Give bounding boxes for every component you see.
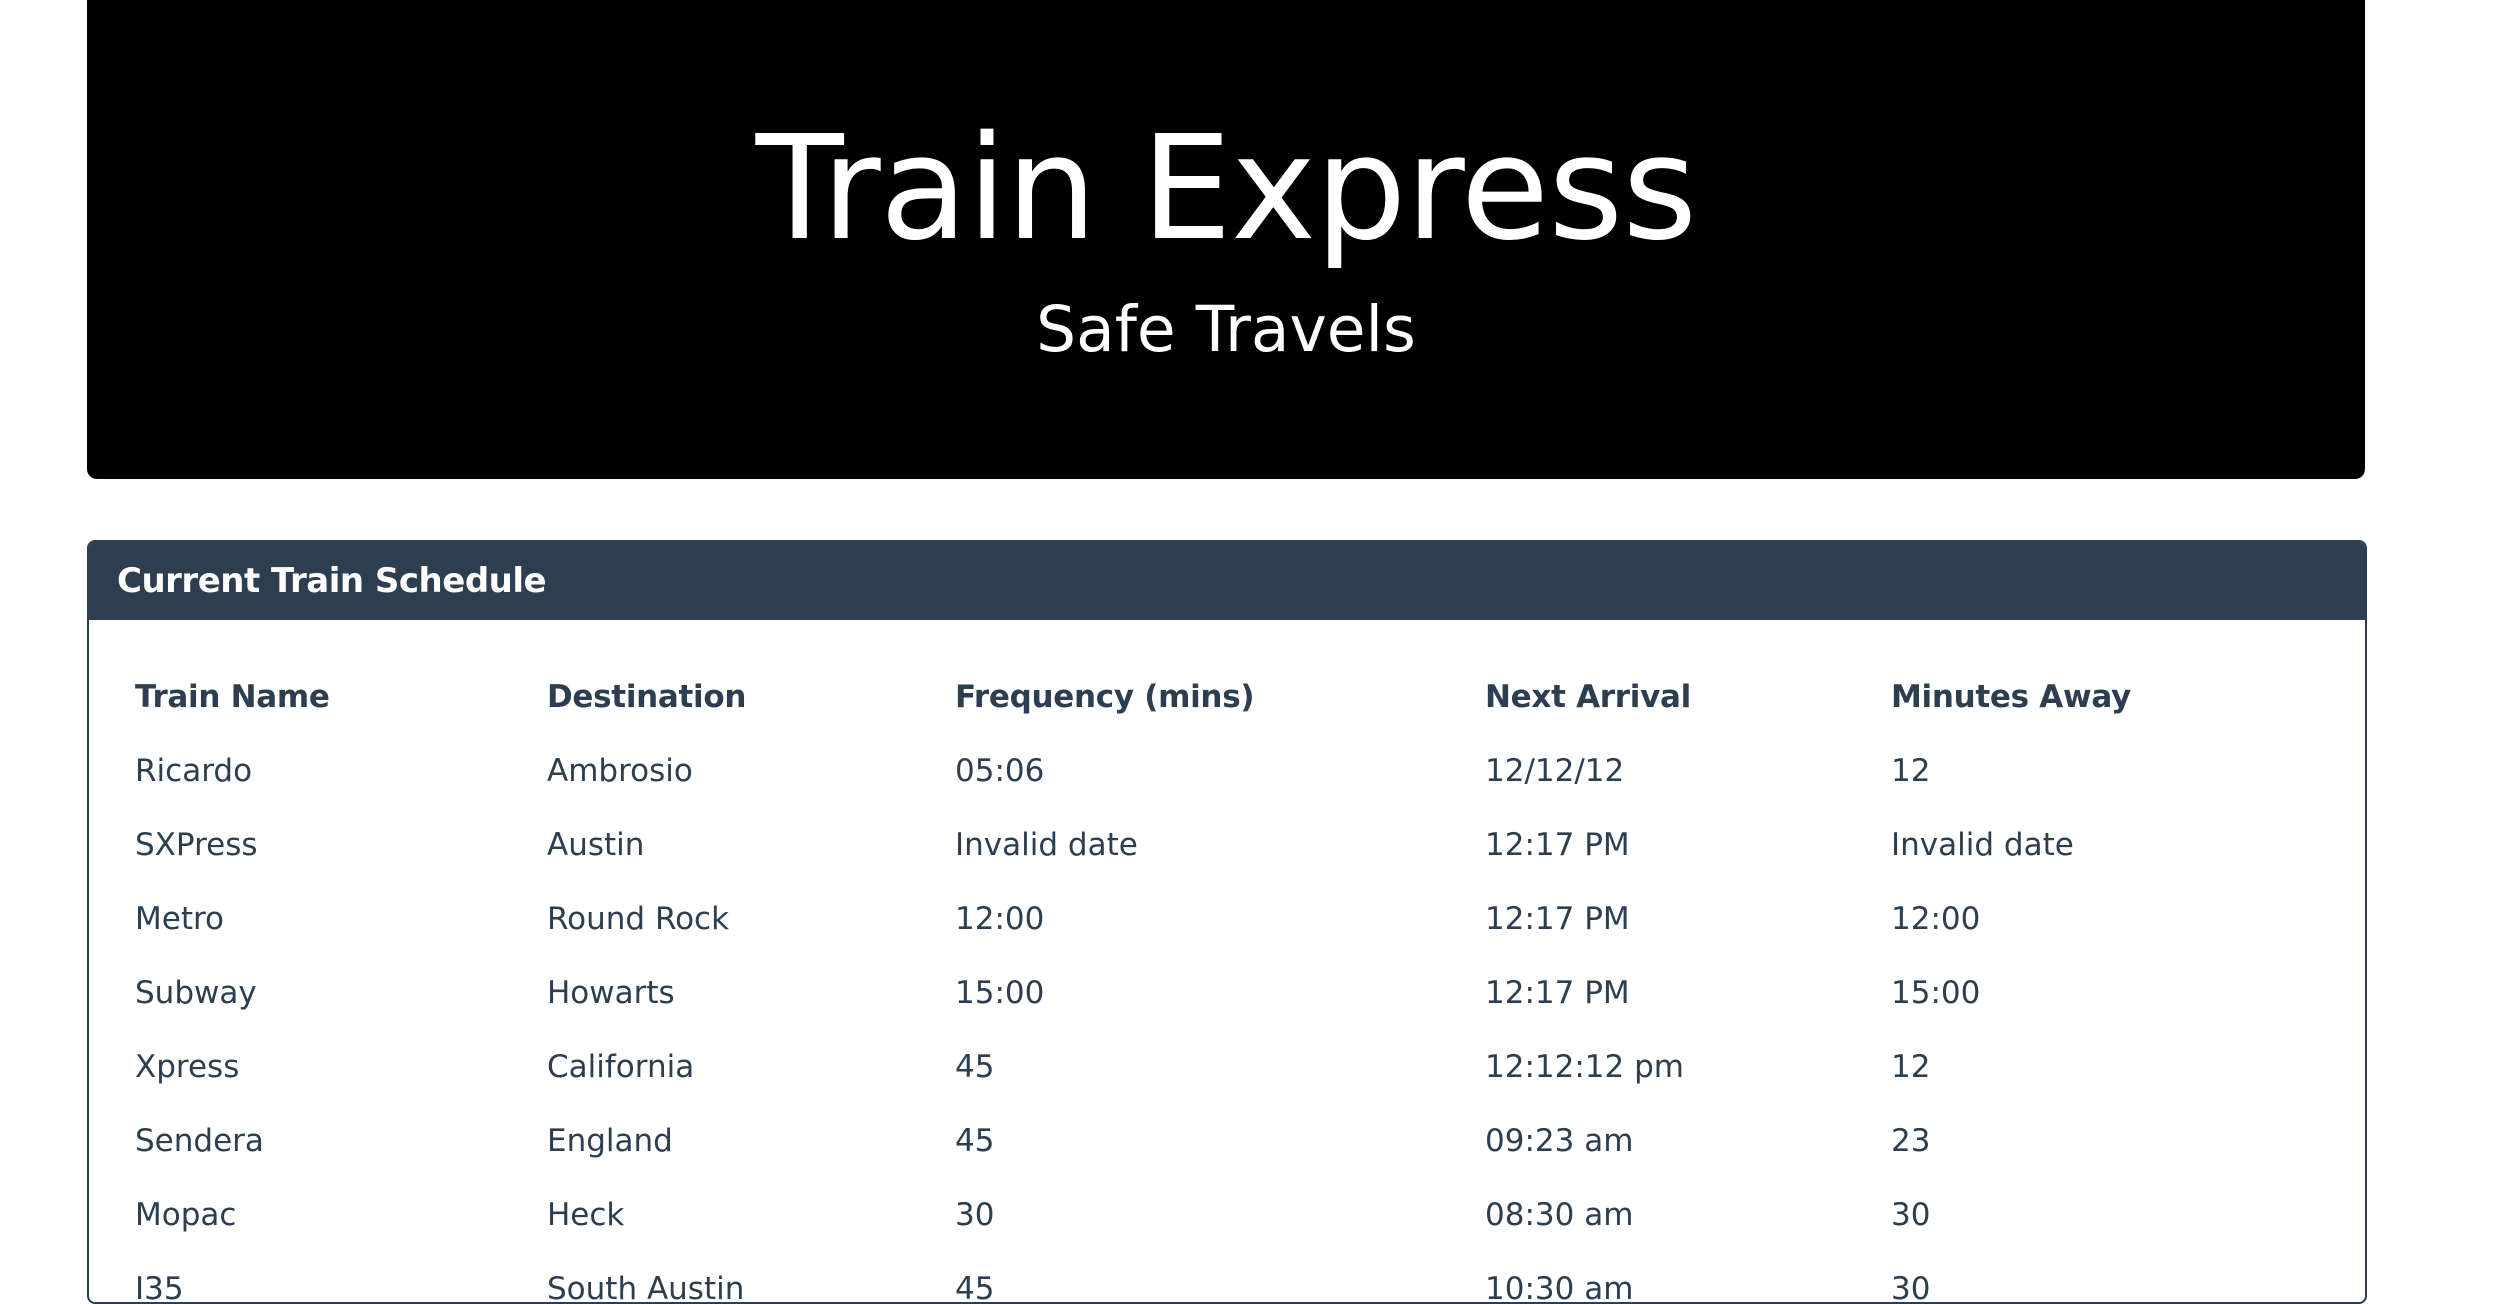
table-row: Mopac Heck 30 08:30 am 30: [135, 1178, 2291, 1252]
cell-minutes-away: 12: [1891, 753, 1931, 789]
cell-frequency: 45: [955, 1123, 995, 1159]
cell-destination: Austin: [547, 827, 645, 863]
cell-frequency: 30: [955, 1197, 995, 1233]
cell-train-name: SXPress: [135, 827, 258, 863]
cell-minutes-away: 30: [1891, 1197, 1931, 1233]
table-row: Metro Round Rock 12:00 12:17 PM 12:00: [135, 882, 2291, 956]
column-header-frequency: Frequency (mins): [955, 679, 1255, 715]
table-row: Xpress California 45 12:12:12 pm 12: [135, 1030, 2291, 1104]
table-row: SXPress Austin Invalid date 12:17 PM Inv…: [135, 808, 2291, 882]
column-header-destination: Destination: [547, 679, 747, 715]
cell-train-name: Sendera: [135, 1123, 264, 1159]
schedule-panel-heading: Current Train Schedule: [89, 542, 2365, 620]
cell-destination: Ambrosio: [547, 753, 693, 789]
cell-frequency: 12:00: [955, 901, 1045, 937]
schedule-table: Train Name Destination Frequency (mins) …: [135, 660, 2291, 1304]
cell-train-name: Subway: [135, 975, 257, 1011]
cell-next-arrival: 12:17 PM: [1485, 901, 1630, 937]
cell-destination: Howarts: [547, 975, 675, 1011]
cell-destination: California: [547, 1049, 695, 1085]
cell-train-name: Mopac: [135, 1197, 237, 1233]
cell-train-name: Ricardo: [135, 753, 253, 789]
cell-frequency: 45: [955, 1049, 995, 1085]
cell-frequency: 15:00: [955, 975, 1045, 1011]
cell-destination: South Austin: [547, 1271, 745, 1304]
cell-minutes-away: 15:00: [1891, 975, 1981, 1011]
cell-minutes-away: 23: [1891, 1123, 1931, 1159]
cell-frequency: Invalid date: [955, 827, 1138, 863]
column-header-next-arrival: Next Arrival: [1485, 679, 1691, 715]
table-row: I35 South Austin 45 10:30 am 30: [135, 1252, 2291, 1304]
cell-frequency: 45: [955, 1271, 995, 1304]
table-row: Subway Howarts 15:00 12:17 PM 15:00: [135, 956, 2291, 1030]
cell-minutes-away: 12:00: [1891, 901, 1981, 937]
page-subtitle: Safe Travels: [1036, 293, 1416, 366]
cell-next-arrival: 12:17 PM: [1485, 975, 1630, 1011]
cell-minutes-away: 12: [1891, 1049, 1931, 1085]
table-row: Ricardo Ambrosio 05:06 12/12/12 12: [135, 734, 2291, 808]
cell-destination: England: [547, 1123, 673, 1159]
cell-frequency: 05:06: [955, 753, 1045, 789]
column-header-train-name: Train Name: [135, 679, 330, 715]
cell-next-arrival: 09:23 am: [1485, 1123, 1634, 1159]
cell-minutes-away: Invalid date: [1891, 827, 2074, 863]
cell-next-arrival: 12:17 PM: [1485, 827, 1630, 863]
cell-destination: Round Rock: [547, 901, 730, 937]
table-header-row: Train Name Destination Frequency (mins) …: [135, 660, 2291, 734]
cell-next-arrival: 08:30 am: [1485, 1197, 1634, 1233]
cell-train-name: Metro: [135, 901, 225, 937]
cell-minutes-away: 30: [1891, 1271, 1931, 1304]
cell-destination: Heck: [547, 1197, 625, 1233]
cell-next-arrival: 12/12/12: [1485, 753, 1625, 789]
schedule-panel-title: Current Train Schedule: [117, 561, 547, 601]
cell-train-name: I35: [135, 1271, 184, 1304]
schedule-panel: Current Train Schedule Train Name Destin…: [87, 540, 2367, 1304]
column-header-minutes-away: Minutes Away: [1891, 679, 2131, 715]
cell-train-name: Xpress: [135, 1049, 240, 1085]
table-row: Sendera England 45 09:23 am 23: [135, 1104, 2291, 1178]
jumbotron: Train Express Safe Travels: [87, 0, 2365, 479]
cell-next-arrival: 12:12:12 pm: [1485, 1049, 1684, 1085]
page-title: Train Express: [755, 104, 1698, 272]
cell-next-arrival: 10:30 am: [1485, 1271, 1634, 1304]
